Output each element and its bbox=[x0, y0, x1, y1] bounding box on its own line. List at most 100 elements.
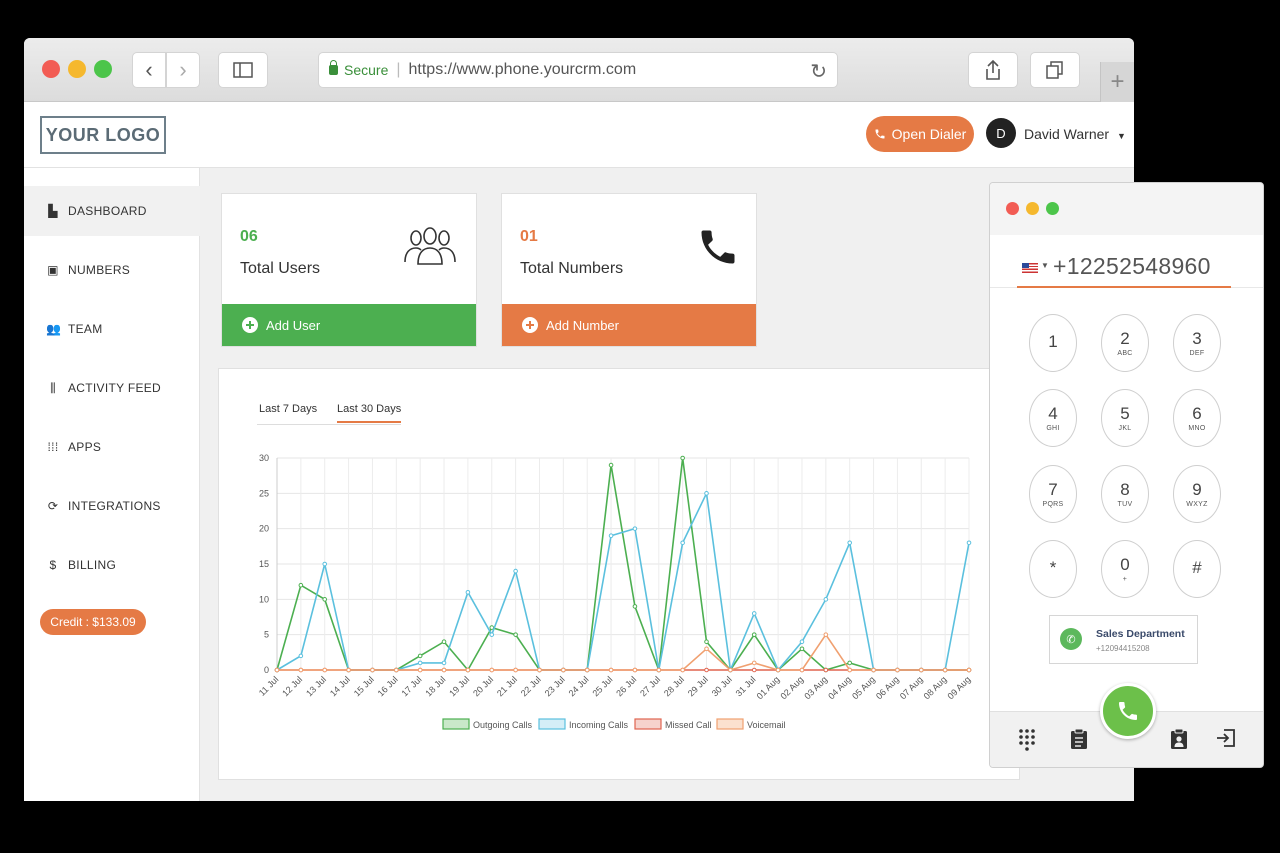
data-point bbox=[942, 667, 948, 673]
key-6[interactable]: 6 MNO bbox=[1173, 389, 1221, 447]
key-letters: MNO bbox=[1188, 424, 1206, 432]
url-separator: | bbox=[396, 61, 401, 78]
sidebar-item-integrations[interactable]: ⟳ INTEGRATIONS bbox=[24, 481, 200, 531]
key-5[interactable]: 5 JKL bbox=[1101, 389, 1149, 447]
x-tick-label: 03 Aug bbox=[802, 674, 829, 701]
tabs-overview-button[interactable] bbox=[1030, 52, 1080, 88]
sidebar-item-billing[interactable]: $ BILLING bbox=[24, 540, 200, 590]
key-letters: WXYZ bbox=[1186, 500, 1208, 508]
secure-label: Secure bbox=[344, 62, 389, 78]
maximize-window-button[interactable] bbox=[94, 60, 112, 78]
key-4[interactable]: 4 GHI bbox=[1029, 389, 1077, 447]
data-point bbox=[680, 455, 685, 461]
dialer-close-button[interactable] bbox=[1006, 202, 1019, 215]
key-hash[interactable]: # bbox=[1173, 540, 1221, 598]
key-2[interactable]: 2 ABC bbox=[1101, 314, 1149, 372]
data-point bbox=[608, 533, 614, 539]
logo[interactable]: YOUR LOGO bbox=[40, 116, 166, 154]
sidebar-toggle-button[interactable] bbox=[218, 52, 268, 88]
data-point bbox=[632, 526, 638, 531]
total-numbers-label: Total Numbers bbox=[520, 260, 624, 277]
call-button[interactable] bbox=[1100, 683, 1156, 739]
caller-id-selector[interactable]: ✆ Sales Department +12094415208 bbox=[1049, 615, 1198, 664]
data-point bbox=[799, 639, 805, 645]
data-point bbox=[274, 667, 280, 673]
data-point bbox=[513, 568, 518, 574]
us-flag-icon[interactable] bbox=[1022, 263, 1038, 273]
x-tick-label: 20 Jul bbox=[471, 674, 495, 698]
phone-icon bbox=[1119, 702, 1137, 720]
contacts-icon[interactable] bbox=[1170, 728, 1188, 750]
new-tab-button[interactable]: + bbox=[1100, 62, 1134, 102]
dialer-minimize-button[interactable] bbox=[1026, 202, 1039, 215]
key-8[interactable]: 8 TUV bbox=[1101, 465, 1149, 523]
key-1[interactable]: 1 bbox=[1029, 314, 1077, 372]
team-icon: 👥 bbox=[46, 322, 62, 336]
logout-icon[interactable] bbox=[1216, 728, 1236, 748]
x-tick-label: 19 Jul bbox=[447, 674, 471, 698]
key-0[interactable]: 0 + bbox=[1101, 540, 1149, 598]
key-digit: 0 bbox=[1120, 554, 1130, 574]
x-tick-label: 05 Aug bbox=[850, 674, 877, 701]
avatar[interactable]: D bbox=[986, 118, 1016, 148]
x-tick-label: 27 Jul bbox=[638, 674, 662, 698]
reload-icon[interactable]: ↻ bbox=[810, 59, 827, 84]
user-menu[interactable]: David Warner ▼ bbox=[1024, 126, 1126, 142]
data-point bbox=[728, 667, 733, 673]
legend-label: Outgoing Calls bbox=[473, 720, 533, 730]
sidebar-item-team[interactable]: 👥 TEAM bbox=[24, 304, 200, 354]
y-tick-label: 25 bbox=[259, 488, 269, 498]
key-3[interactable]: 3 DEF bbox=[1173, 314, 1221, 372]
series-line-3 bbox=[277, 633, 969, 671]
sidebar-item-label: BILLING bbox=[68, 558, 117, 572]
open-dialer-label: Open Dialer bbox=[891, 126, 967, 142]
sidebar-item-apps[interactable]: ⁞⁞⁞ APPS bbox=[24, 422, 200, 472]
minimize-window-button[interactable] bbox=[68, 60, 86, 78]
x-tick-label: 09 Aug bbox=[946, 674, 973, 701]
legend-swatch bbox=[538, 718, 566, 730]
address-bar[interactable]: Secure | https://www.phone.yourcrm.com ↻ bbox=[318, 52, 838, 88]
forward-button[interactable]: › bbox=[166, 52, 200, 88]
open-dialer-button[interactable]: Open Dialer bbox=[866, 116, 974, 152]
add-user-button[interactable]: Add User bbox=[222, 304, 476, 346]
data-point bbox=[704, 667, 709, 673]
share-button[interactable] bbox=[968, 52, 1018, 88]
key-letters: GHI bbox=[1046, 424, 1060, 432]
sidebar-item-dashboard[interactable]: ▙ DASHBOARD bbox=[24, 186, 200, 236]
key-star[interactable]: * bbox=[1029, 540, 1077, 598]
numbers-icon: ▣ bbox=[47, 263, 59, 277]
users-icon bbox=[404, 227, 456, 265]
sidebar-item-numbers[interactable]: ▣ NUMBERS bbox=[24, 245, 200, 295]
key-9[interactable]: 9 WXYZ bbox=[1173, 465, 1221, 523]
data-point bbox=[966, 667, 972, 673]
data-point bbox=[489, 632, 495, 637]
share-icon bbox=[986, 59, 1000, 80]
dialer-maximize-button[interactable] bbox=[1046, 202, 1059, 215]
add-icon bbox=[242, 317, 258, 333]
clipboard-icon[interactable] bbox=[1070, 728, 1088, 750]
data-point bbox=[704, 491, 709, 496]
close-window-button[interactable] bbox=[42, 60, 60, 78]
back-button[interactable]: ‹ bbox=[132, 52, 166, 88]
data-point bbox=[513, 667, 518, 673]
key-digit: 3 bbox=[1192, 328, 1202, 348]
sidebar-item-activity-feed[interactable]: ⫼ ACTIVITY FEED bbox=[24, 363, 200, 413]
add-number-button[interactable]: Add Number bbox=[502, 304, 756, 346]
sidebar-item-label: TEAM bbox=[68, 322, 103, 336]
chevron-down-icon[interactable]: ▼ bbox=[1041, 261, 1049, 270]
dial-number-input[interactable]: +12252548960 bbox=[1053, 253, 1211, 280]
key-letters: PQRS bbox=[1042, 500, 1064, 508]
browser-window: ‹ › Secure | https://www.phone.yourcrm.c… bbox=[24, 38, 1134, 801]
x-tick-label: 13 Jul bbox=[304, 674, 328, 698]
keypad-icon[interactable] bbox=[1018, 728, 1036, 752]
data-point bbox=[346, 667, 351, 673]
data-point bbox=[417, 660, 423, 666]
data-point bbox=[823, 597, 829, 602]
x-tick-label: 04 Aug bbox=[826, 674, 853, 701]
x-tick-label: 30 Jul bbox=[710, 674, 734, 698]
sidebar-item-label: APPS bbox=[68, 440, 102, 454]
integrations-icon: ⟳ bbox=[47, 499, 59, 513]
credit-badge[interactable]: Credit : $133.09 bbox=[40, 609, 146, 635]
key-digit: 9 bbox=[1192, 479, 1202, 499]
key-7[interactable]: 7 PQRS bbox=[1029, 465, 1077, 523]
